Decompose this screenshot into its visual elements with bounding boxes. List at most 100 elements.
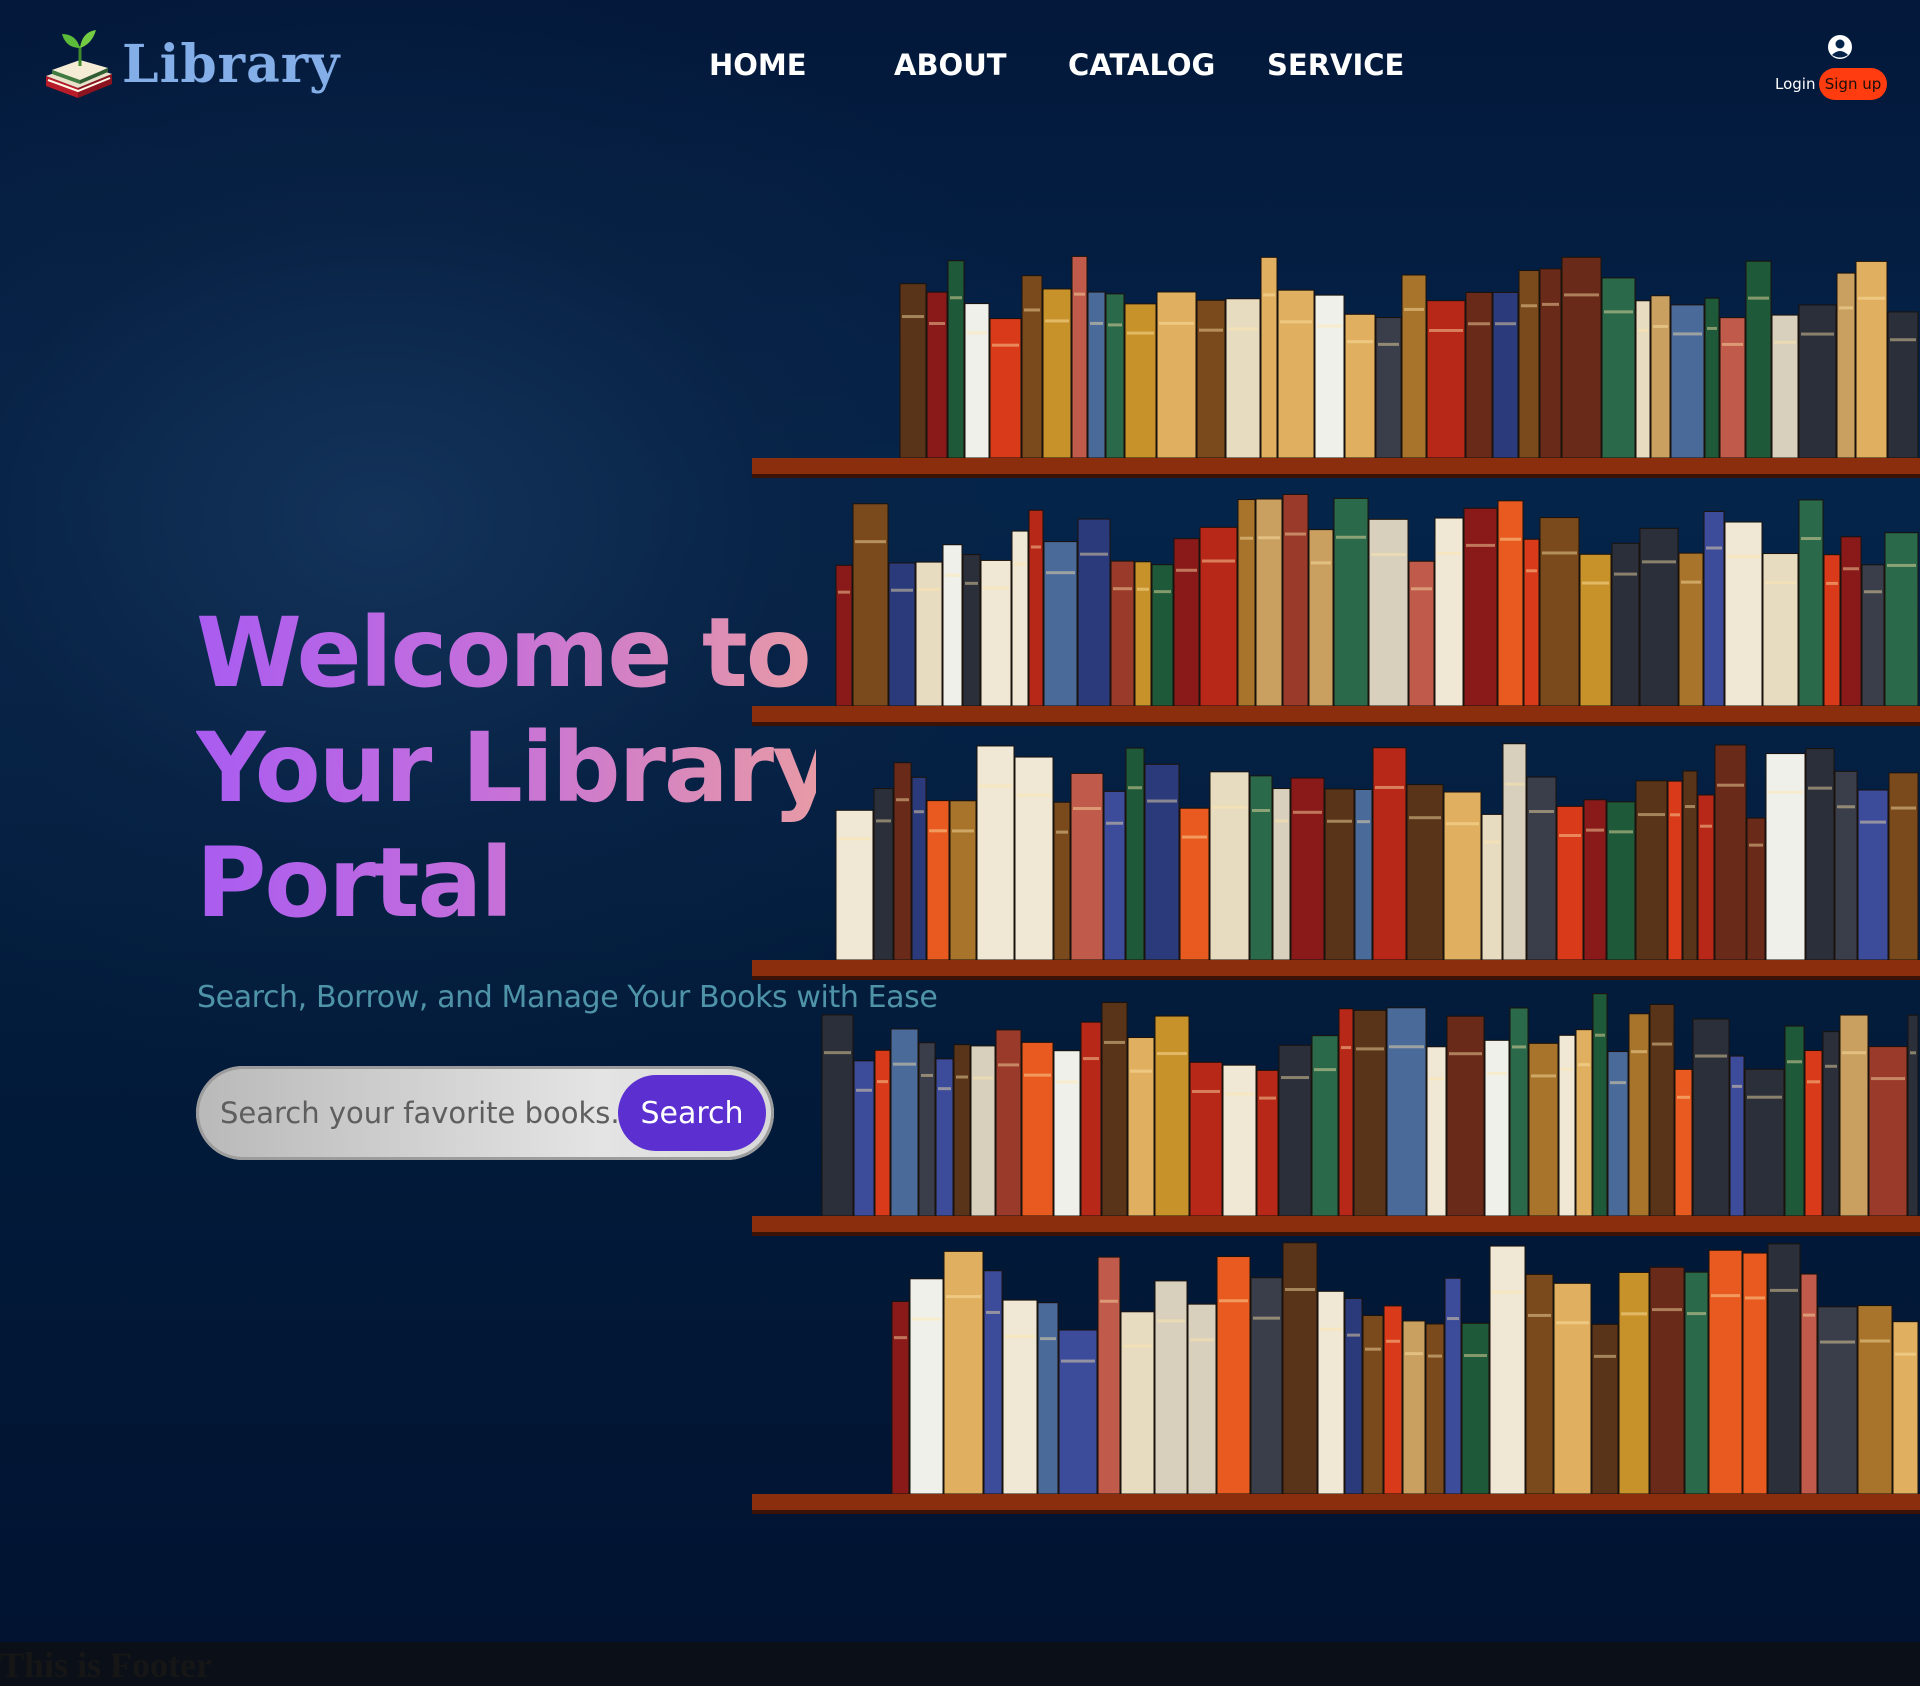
book-band bbox=[1529, 809, 1554, 813]
book-spine bbox=[1553, 1282, 1592, 1495]
book-band bbox=[1061, 1359, 1095, 1363]
book-spine bbox=[953, 1044, 971, 1217]
shelf-plank bbox=[752, 458, 1920, 474]
book-spine bbox=[1692, 1018, 1730, 1217]
book-spine bbox=[964, 303, 990, 459]
book-spine bbox=[1308, 529, 1334, 707]
shelf-plank bbox=[752, 960, 1920, 976]
book-spine bbox=[1282, 1242, 1318, 1495]
book-band bbox=[1468, 322, 1490, 326]
login-link[interactable]: Login bbox=[1775, 75, 1815, 93]
book-band bbox=[979, 784, 1012, 788]
book-band bbox=[1253, 1316, 1280, 1320]
book-band bbox=[1275, 819, 1288, 823]
book-band bbox=[1595, 1033, 1605, 1037]
book-spine bbox=[1187, 1303, 1217, 1495]
book-band bbox=[1594, 1354, 1616, 1358]
book-spine bbox=[1526, 776, 1557, 961]
book-spine bbox=[873, 788, 894, 961]
book-band bbox=[1801, 332, 1834, 336]
book-spine bbox=[1278, 1044, 1312, 1217]
book-band bbox=[1542, 302, 1559, 306]
book-spine bbox=[1823, 554, 1841, 707]
book-spine bbox=[1209, 771, 1250, 961]
book-band bbox=[1891, 806, 1916, 810]
book-band bbox=[1768, 790, 1803, 794]
book-band bbox=[1542, 551, 1577, 555]
book-band bbox=[1371, 552, 1406, 556]
book-spine bbox=[1502, 743, 1527, 961]
book-spine bbox=[935, 1058, 954, 1217]
book-spine bbox=[1353, 1009, 1387, 1217]
book-spine bbox=[1154, 1015, 1190, 1217]
book-band bbox=[986, 1310, 1000, 1314]
book-spine bbox=[1561, 256, 1602, 459]
book-spine bbox=[918, 1042, 936, 1217]
book-spine bbox=[1110, 560, 1135, 707]
nav-home[interactable]: HOME bbox=[709, 48, 807, 82]
book-spine bbox=[1461, 1322, 1490, 1495]
hero-headline: Welcome to Your Library Portal bbox=[196, 596, 816, 941]
book-band bbox=[1559, 834, 1581, 838]
book-spine bbox=[1525, 1273, 1554, 1495]
book-band bbox=[1495, 322, 1516, 326]
book-spine bbox=[1077, 518, 1111, 707]
book-band bbox=[1199, 328, 1223, 332]
book-spine bbox=[1255, 498, 1283, 707]
book-spine bbox=[1855, 260, 1888, 459]
book-band bbox=[945, 573, 960, 577]
book-spine bbox=[1868, 1046, 1908, 1217]
book-spine bbox=[1800, 1273, 1818, 1495]
book-spine bbox=[1324, 788, 1355, 961]
headline-line: Portal bbox=[196, 827, 512, 939]
book-spine bbox=[1592, 993, 1608, 1217]
book-band bbox=[1747, 1095, 1782, 1099]
book-spine bbox=[1649, 1266, 1685, 1495]
book-spine bbox=[1196, 299, 1226, 459]
book-band bbox=[914, 810, 924, 814]
book-spine bbox=[1401, 274, 1427, 459]
book-spine bbox=[976, 745, 1015, 961]
book-band bbox=[992, 343, 1019, 347]
search-input[interactable] bbox=[220, 1066, 620, 1160]
book-spine bbox=[1156, 291, 1197, 459]
site-logo[interactable]: Library bbox=[40, 26, 340, 102]
book-spine bbox=[1539, 268, 1562, 459]
book-spine bbox=[1497, 500, 1524, 707]
book-spine bbox=[1125, 747, 1145, 961]
book-band bbox=[1040, 1337, 1056, 1341]
book-band bbox=[1108, 323, 1122, 327]
book-band bbox=[1807, 1080, 1820, 1084]
book-spine bbox=[1426, 300, 1466, 459]
book-band bbox=[1258, 536, 1280, 540]
book-spine bbox=[1784, 1025, 1805, 1217]
nav-service[interactable]: SERVICE bbox=[1267, 48, 1404, 82]
book-spine bbox=[1804, 1050, 1823, 1217]
book-spine bbox=[943, 1250, 984, 1495]
book-spine bbox=[1260, 256, 1278, 459]
book-spine bbox=[1256, 1069, 1279, 1217]
book-band bbox=[1837, 805, 1855, 809]
book-spine bbox=[1539, 517, 1580, 707]
book-spine bbox=[1101, 1002, 1128, 1217]
book-band bbox=[1528, 1313, 1551, 1317]
book-spine bbox=[1857, 1305, 1893, 1495]
book-spine bbox=[1103, 790, 1126, 961]
book-band bbox=[893, 1062, 916, 1066]
book-band bbox=[912, 1317, 941, 1321]
book-spine bbox=[1058, 1329, 1098, 1495]
book-spine bbox=[1667, 780, 1683, 961]
book-band bbox=[1748, 296, 1769, 300]
book-spine bbox=[1650, 295, 1671, 459]
book-spine bbox=[1463, 507, 1498, 707]
signup-button[interactable]: Sign up bbox=[1819, 68, 1887, 100]
book-band bbox=[1604, 310, 1633, 314]
book-spine bbox=[983, 1270, 1003, 1495]
user-circle-icon[interactable] bbox=[1827, 34, 1853, 60]
book-spine bbox=[1528, 1042, 1559, 1217]
book-band bbox=[1487, 1071, 1507, 1075]
book-spine bbox=[1434, 517, 1464, 707]
nav-catalog[interactable]: CATALOG bbox=[1068, 48, 1215, 82]
nav-about[interactable]: ABOUT bbox=[894, 48, 1007, 82]
search-button[interactable]: Search bbox=[618, 1075, 766, 1151]
